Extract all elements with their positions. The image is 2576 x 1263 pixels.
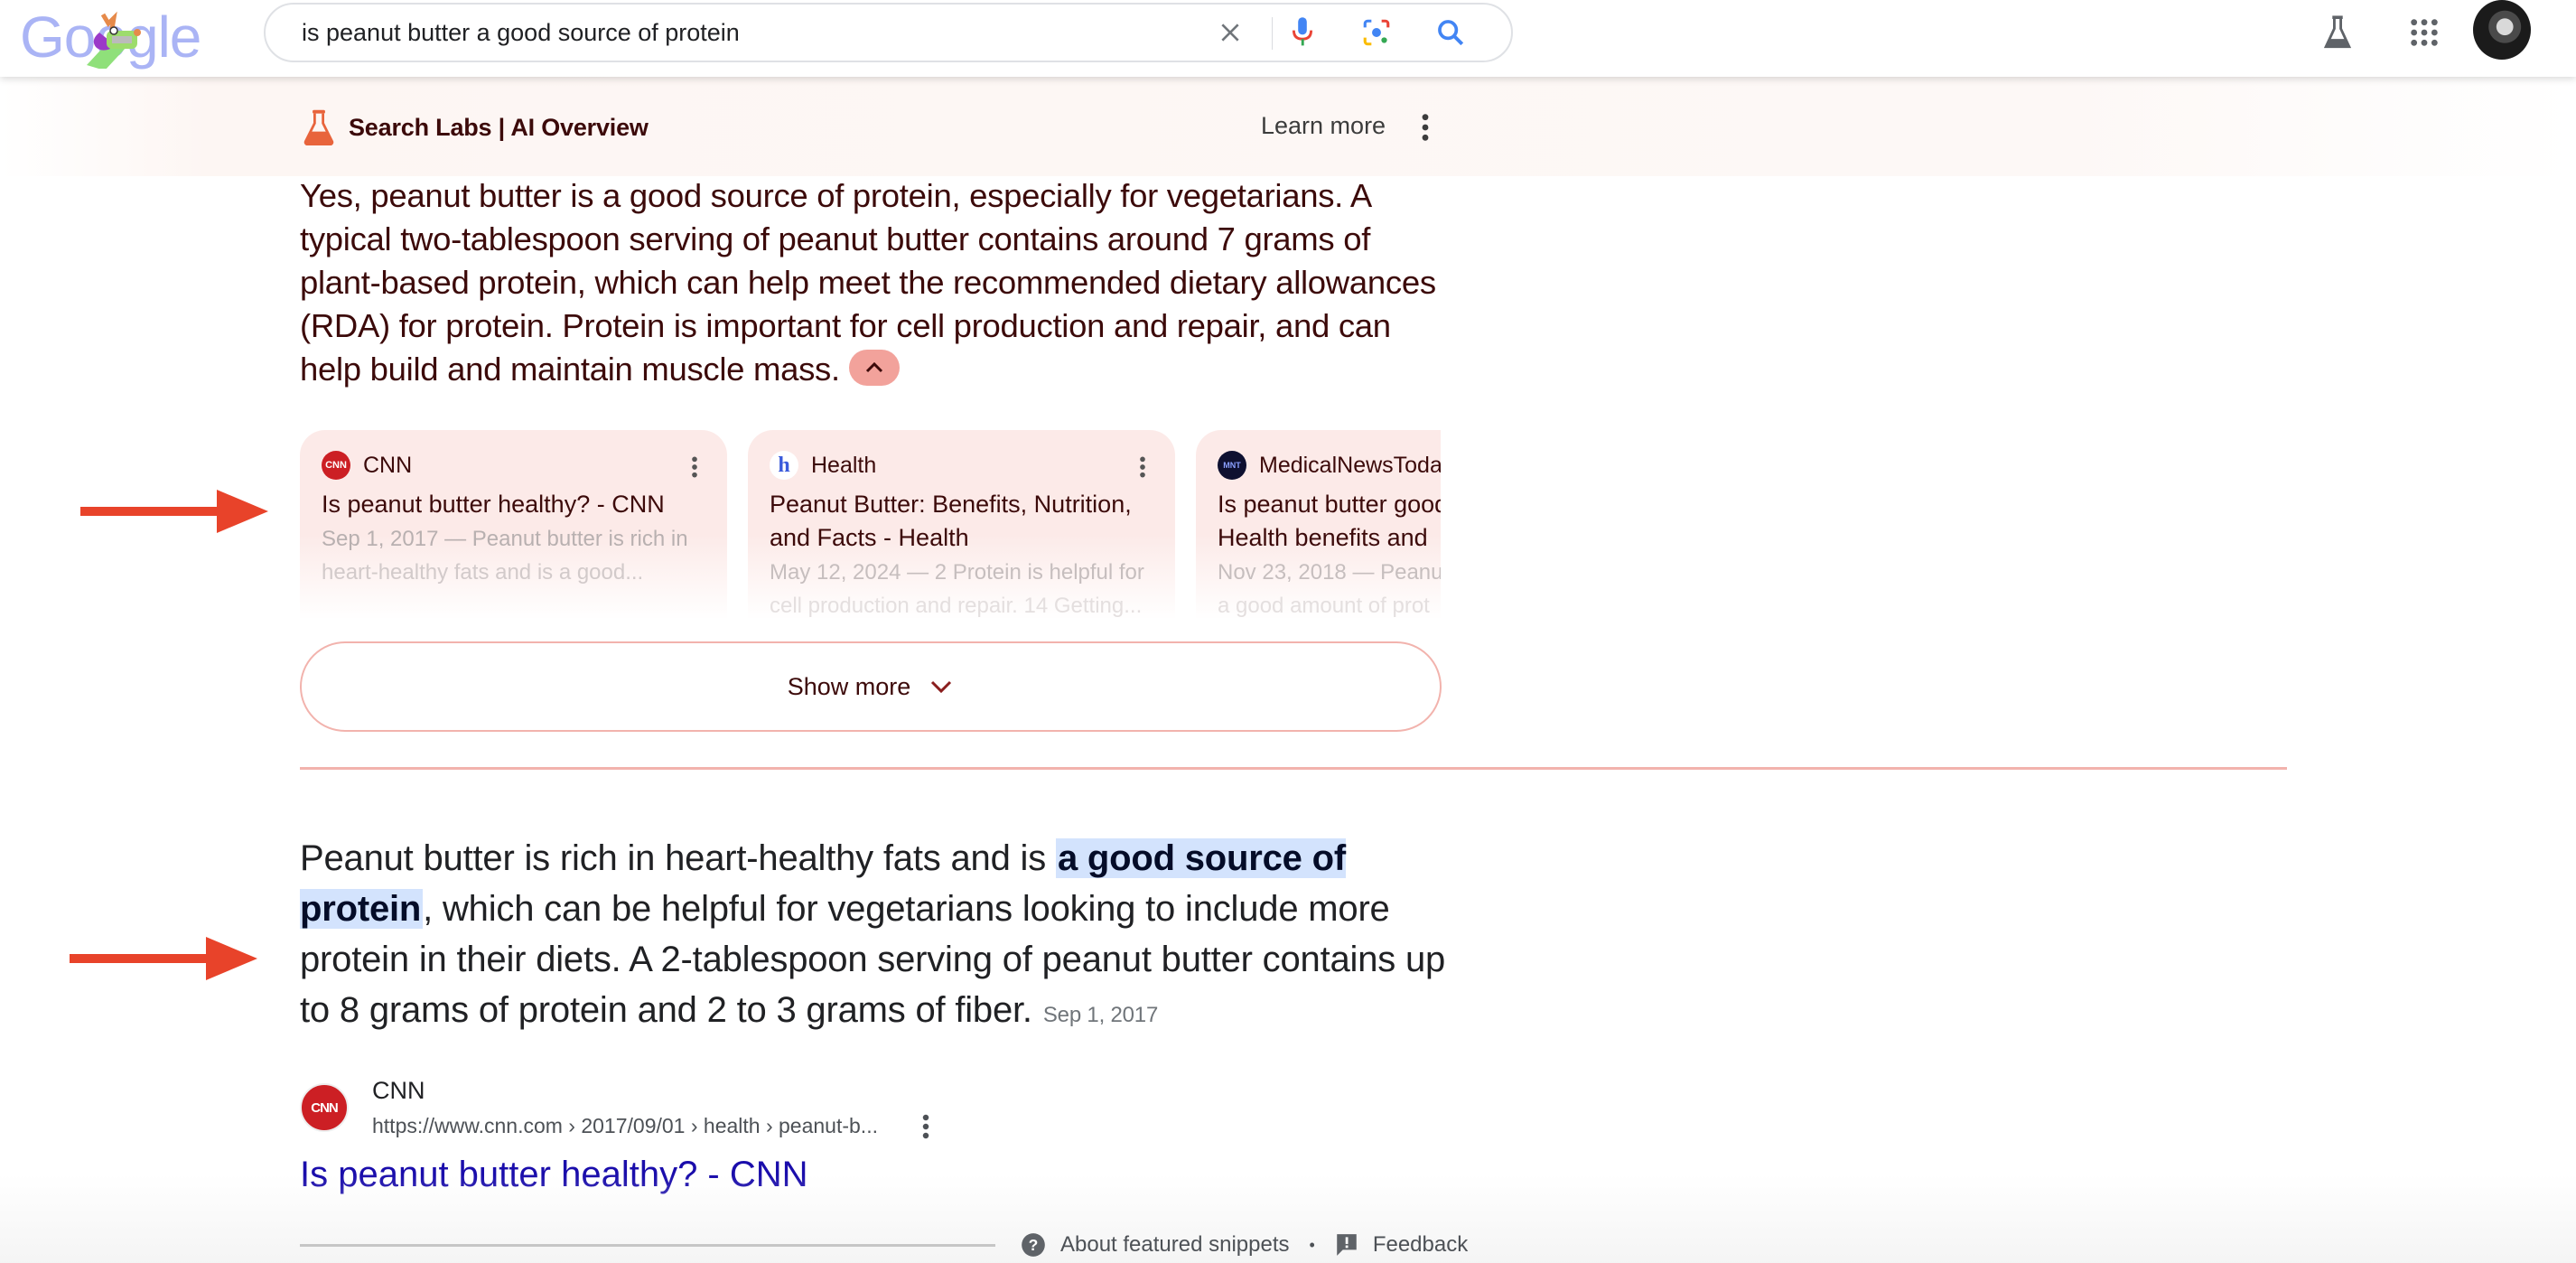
labs-flask-icon [303, 109, 334, 145]
card-title[interactable]: Peanut Butter: Benefits, Nutrition, [770, 488, 1153, 521]
chevron-up-icon [865, 362, 882, 373]
result-more-icon[interactable] [919, 1113, 932, 1140]
ai-source-cards: CNN CNN Is peanut butter healthy? - CNN … [300, 430, 1441, 620]
separator-dot: • [1309, 1235, 1315, 1254]
card-snippet-line1: Sep 1, 2017 — Peanut butter is rich in [322, 527, 688, 551]
help-icon: ? [1022, 1233, 1045, 1257]
ai-overview-title: Search Labs | AI Overview [349, 113, 649, 141]
card-snippet-line1: Nov 23, 2018 — Peanut [1218, 560, 1441, 585]
search-input[interactable] [302, 5, 1205, 61]
card-title[interactable]: Is peanut butter healthy? - CNN [322, 488, 705, 521]
card-source: Health [811, 452, 877, 478]
card-snippet-line2: cell production and repair. 14 Getting..… [770, 594, 1143, 618]
source-card-cnn[interactable]: CNN CNN Is peanut butter healthy? - CNN … [300, 430, 727, 620]
ai-overview-text: Yes, peanut butter is a good source of p… [300, 174, 1456, 391]
annotation-arrow-icon [70, 937, 257, 980]
card-title[interactable]: Is peanut butter good for you? [1218, 488, 1441, 521]
search-divider [1272, 17, 1273, 50]
card-snippet-line2: a good amount of prot [1218, 594, 1430, 618]
mnt-favicon-icon: MNT [1218, 451, 1246, 480]
avatar[interactable] [2473, 0, 2531, 60]
snippet-text-after: , which can be helpful for vegetarians l… [300, 889, 1446, 1030]
show-more-button[interactable]: Show more [300, 641, 1442, 732]
card-snippet-line2: heart-healthy fats and is a good... [322, 560, 644, 585]
dragon-doodle-icon [87, 11, 141, 69]
camera-lens-icon[interactable] [1360, 16, 1393, 49]
more-options-icon[interactable] [1416, 112, 1434, 143]
svg-text:?: ? [1029, 1236, 1039, 1254]
top-header: Google [0, 0, 2576, 77]
snippet-text-before: Peanut butter is rich in heart-healthy f… [300, 838, 1056, 878]
cnn-favicon-icon: CNN [322, 451, 350, 480]
grid-apps-icon[interactable] [2404, 13, 2444, 52]
show-more-label: Show more [787, 672, 911, 700]
search-box[interactable] [264, 3, 1513, 62]
ai-overview-header: Search Labs | AI Overview [302, 107, 649, 148]
card-title-line2[interactable]: and Facts - Health [770, 521, 1153, 555]
about-featured-snippets-link[interactable]: About featured snippets [1060, 1232, 1290, 1258]
section-divider [300, 767, 2287, 770]
microphone-icon[interactable] [1286, 16, 1319, 49]
google-logo[interactable]: Google [20, 4, 201, 70]
snippet-date: Sep 1, 2017 [1042, 1003, 1159, 1027]
result-site-name[interactable]: CNN [372, 1077, 425, 1105]
search-icon[interactable] [1434, 16, 1467, 49]
card-title-line2[interactable]: Health benefits and [1218, 521, 1441, 555]
learn-more-link[interactable]: Learn more [1261, 112, 1386, 140]
footer-divider [300, 1244, 995, 1247]
collapse-button[interactable] [848, 350, 900, 387]
close-icon[interactable] [1214, 16, 1246, 49]
annotation-arrow-icon [80, 490, 268, 533]
cnn-favicon-icon[interactable]: CNN [300, 1083, 349, 1132]
feedback-link[interactable]: Feedback [1373, 1232, 1468, 1258]
feedback-icon [1337, 1234, 1357, 1256]
source-card-medicalnewstoday[interactable]: MNT MedicalNewsToday Is peanut butter go… [1196, 430, 1441, 620]
featured-snippet-text: Peanut butter is rich in heart-healthy f… [300, 833, 1474, 1041]
card-snippet-line1: May 12, 2024 — 2 Protein is helpful for [770, 560, 1144, 585]
card-more-icon[interactable] [689, 455, 700, 479]
flask-icon[interactable] [2318, 13, 2357, 52]
source-card-health[interactable]: h Health Peanut Butter: Benefits, Nutrit… [748, 430, 1175, 620]
card-more-icon[interactable] [1137, 455, 1148, 479]
chevron-down-icon [931, 680, 952, 694]
result-url[interactable]: https://www.cnn.com › 2017/09/01 › healt… [372, 1114, 878, 1138]
snippet-footer: ? About featured snippets • Feedback [1021, 1227, 1468, 1263]
card-source: CNN [363, 452, 413, 478]
health-favicon-icon: h [770, 451, 798, 480]
card-source: MedicalNewsToday [1259, 452, 1441, 478]
